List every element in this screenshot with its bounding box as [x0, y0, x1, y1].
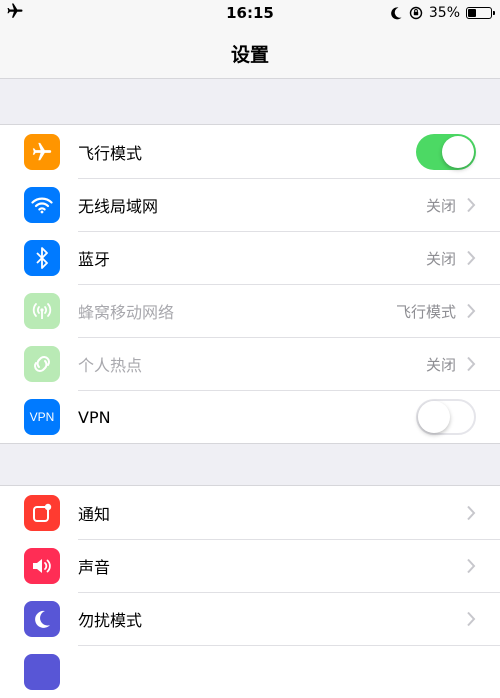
settings-row-label: 声音 — [78, 558, 111, 577]
chevron-right-icon — [467, 303, 476, 319]
rotation-lock-status-icon — [409, 6, 423, 20]
cellular-icon — [24, 293, 60, 329]
vpn-icon: VPN — [24, 399, 60, 435]
settings-row-value: 飞行模式 — [395, 302, 456, 321]
chevron-right-icon — [467, 250, 476, 266]
wifi-icon — [24, 187, 60, 223]
chevron-right-icon — [467, 356, 476, 372]
page-title: 设置 — [230, 44, 269, 66]
battery-percent: 35% — [428, 5, 460, 21]
settings-row-partial[interactable] — [0, 645, 500, 698]
settings-row-notifications[interactable]: 通知 — [0, 486, 500, 539]
sounds-icon — [24, 548, 60, 584]
settings-row-cellular[interactable]: 蜂窝移动网络 飞行模式 — [0, 284, 500, 337]
moon-icon — [24, 601, 60, 637]
do-not-disturb-status-icon — [391, 7, 402, 20]
chevron-right-icon — [467, 558, 476, 574]
settings-row-vpn[interactable]: VPN VPN — [0, 390, 500, 443]
settings-row-label: 个人热点 — [78, 356, 143, 375]
airplane-icon — [24, 134, 60, 170]
status-right: 35% — [389, 3, 495, 23]
airplane-mode-toggle[interactable] — [416, 133, 476, 170]
battery-icon — [466, 7, 495, 19]
settings-row-wlan[interactable]: 无线局域网 关闭 — [0, 178, 500, 231]
settings-group-connectivity: 飞行模式 无线局域网 关闭 蓝牙 关闭 蜂窝移动网络 飞行模式 个人热点 关闭 … — [0, 124, 500, 444]
notifications-icon — [24, 495, 60, 531]
chevron-right-icon — [467, 505, 476, 520]
settings-row-label: 飞行模式 — [78, 143, 143, 163]
settings-row-sounds[interactable]: 声音 — [0, 539, 500, 592]
bluetooth-icon — [24, 240, 60, 276]
settings-row-do-not-disturb[interactable]: 勿扰模式 — [0, 592, 500, 645]
chevron-right-icon — [467, 197, 476, 213]
settings-row-label: 通知 — [78, 504, 111, 524]
settings-row-label: 无线局域网 — [78, 197, 159, 216]
settings-row-value: 关闭 — [425, 355, 456, 374]
vpn-toggle[interactable] — [416, 399, 476, 435]
hotspot-icon — [24, 346, 60, 382]
settings-group-notifications: 通知 声音 勿扰模式 — [0, 485, 500, 698]
vpn-icon-text: VPN — [29, 410, 55, 424]
settings-row-airplane-mode[interactable]: 飞行模式 — [0, 125, 500, 178]
settings-row-label: 蓝牙 — [78, 250, 111, 269]
toggle-knob — [418, 401, 450, 433]
settings-row-label: 蜂窝移动网络 — [78, 303, 175, 322]
toggle-knob — [442, 135, 474, 168]
navigation-bar: 设置 — [0, 26, 500, 79]
settings-row-bluetooth[interactable]: 蓝牙 关闭 — [0, 231, 500, 284]
chevron-right-icon — [467, 611, 476, 627]
settings-row-label: 勿扰模式 — [78, 611, 143, 630]
app-icon — [24, 654, 60, 690]
settings-row-value: 关闭 — [425, 196, 456, 215]
status-bar: 16:15 35% — [0, 0, 500, 26]
settings-row-personal-hotspot[interactable]: 个人热点 关闭 — [0, 337, 500, 390]
settings-row-value: 关闭 — [425, 249, 456, 268]
settings-row-label: VPN — [78, 407, 111, 427]
